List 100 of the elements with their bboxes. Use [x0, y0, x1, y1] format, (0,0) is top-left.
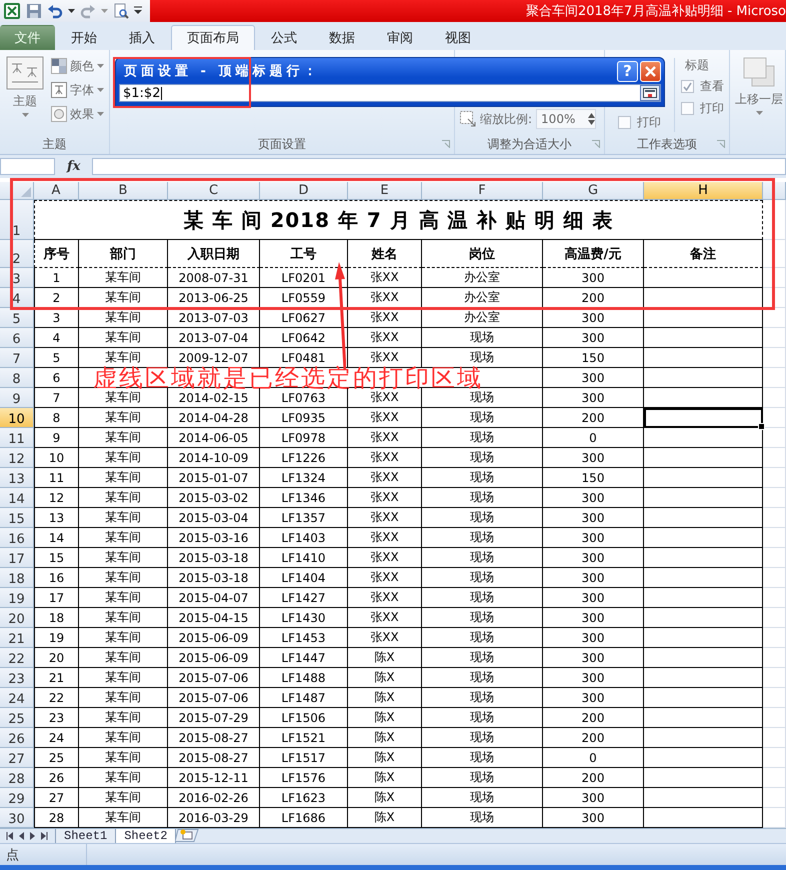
row-header[interactable]: 11 [0, 428, 34, 448]
row-header[interactable]: 8 [0, 368, 34, 388]
row-header[interactable]: 22 [0, 648, 34, 668]
empty-cell [763, 588, 786, 608]
scale-spinner[interactable]: 100% [536, 109, 596, 129]
window-title: 聚合车间2018年7月高温补贴明细 - Microso [526, 3, 786, 20]
previous-sheet-icon[interactable] [19, 832, 24, 840]
app-icon[interactable] [3, 2, 21, 20]
column-header[interactable]: B [79, 182, 168, 200]
formula-field[interactable] [92, 158, 786, 174]
annotation-text: 虚线区域就是已经选定的打印区域 [79, 368, 543, 388]
table-cell: 2014-10-09 [168, 448, 260, 468]
table-cell: 某车间 [79, 588, 168, 608]
column-header[interactable]: E [348, 182, 422, 200]
row-header[interactable]: 24 [0, 688, 34, 708]
theme-option-button[interactable]: 颜色 [51, 56, 104, 76]
insert-function-button[interactable]: fx [61, 158, 86, 174]
table-cell: 现场 [422, 788, 543, 808]
table-cell: 现场 [422, 588, 543, 608]
row-header[interactable]: 7 [0, 348, 34, 368]
active-cell[interactable] [644, 408, 763, 428]
checkbox[interactable] [681, 102, 694, 114]
table-cell: 某车间 [79, 708, 168, 728]
row-header[interactable]: 5 [0, 308, 34, 328]
column-header[interactable]: D [260, 182, 348, 200]
row-header[interactable]: 26 [0, 728, 34, 748]
table-cell: 16 [34, 568, 79, 588]
row-header[interactable]: 3 [0, 268, 34, 288]
table-cell: 2015-01-07 [168, 468, 260, 488]
first-sheet-icon[interactable] [6, 832, 13, 840]
table-cell: 办公室 [422, 288, 543, 308]
close-button[interactable] [640, 60, 661, 82]
column-header[interactable]: F [422, 182, 543, 200]
row-header[interactable]: 28 [0, 768, 34, 788]
table-cell: 张XX [348, 548, 422, 568]
new-sheet-icon[interactable] [175, 829, 200, 842]
empty-cell [763, 428, 786, 448]
table-cell: 300 [543, 328, 644, 348]
table-cell: LF1488 [260, 668, 348, 688]
checkbox[interactable] [618, 116, 631, 128]
row-header[interactable]: 6 [0, 328, 34, 348]
table-cell: 某车间 [79, 608, 168, 628]
ribbon-tab[interactable]: 插入 [113, 25, 171, 50]
row-header[interactable]: 18 [0, 568, 34, 588]
table-cell: 17 [34, 588, 79, 608]
row-header[interactable]: 27 [0, 748, 34, 768]
theme-option-button[interactable]: 字体 [51, 80, 104, 100]
ribbon-tab[interactable]: 审阅 [371, 25, 429, 50]
customize-menu-icon[interactable] [134, 6, 142, 16]
redo-icon[interactable] [80, 3, 96, 19]
sheet-tab[interactable]: Sheet1 [55, 829, 116, 844]
checkbox[interactable] [681, 80, 694, 92]
row-header[interactable]: 15 [0, 508, 34, 528]
ribbon-tab[interactable]: 开始 [55, 25, 113, 50]
row-header[interactable]: 10 [0, 408, 34, 428]
table-cell: 2 [34, 288, 79, 308]
column-header[interactable]: C [168, 182, 260, 200]
ribbon-tab[interactable]: 数据 [313, 25, 371, 50]
table-cell: 23 [34, 708, 79, 728]
column-header[interactable]: G [543, 182, 644, 200]
row-header[interactable]: 19 [0, 588, 34, 608]
table-cell: LF0763 [260, 388, 348, 408]
row-header[interactable]: 17 [0, 548, 34, 568]
table-cell: 2008-07-31 [168, 268, 260, 288]
table-cell: 张XX [348, 568, 422, 588]
sheet-tab[interactable]: Sheet2 [115, 829, 176, 844]
table-cell: 现场 [422, 608, 543, 628]
undo-icon[interactable] [47, 3, 63, 19]
row-header[interactable]: 25 [0, 708, 34, 728]
column-header[interactable]: H [644, 182, 763, 200]
themes-button[interactable]: 主题 [5, 56, 45, 134]
row-header[interactable]: 16 [0, 528, 34, 548]
last-sheet-icon[interactable] [41, 832, 48, 840]
row-header[interactable]: 20 [0, 608, 34, 628]
row-header[interactable]: 2 [0, 240, 34, 268]
row-header[interactable]: 13 [0, 468, 34, 488]
row-header[interactable]: 1 [0, 200, 34, 240]
bring-forward-button[interactable]: 上移一层 [735, 56, 783, 154]
table-cell: 2015-03-18 [168, 568, 260, 588]
ribbon-tab[interactable]: 公式 [255, 25, 313, 50]
row-header[interactable]: 14 [0, 488, 34, 508]
save-icon[interactable] [26, 3, 42, 19]
table-cell: LF1357 [260, 508, 348, 528]
row-header[interactable]: 9 [0, 388, 34, 408]
ribbon-tab[interactable]: 视图 [429, 25, 487, 50]
table-cell: 现场 [422, 568, 543, 588]
row-header[interactable]: 30 [0, 808, 34, 828]
ribbon-tab[interactable]: 页面布局 [171, 25, 255, 50]
row-header[interactable]: 21 [0, 628, 34, 648]
help-button[interactable]: ? [617, 60, 638, 82]
table-cell: 21 [34, 668, 79, 688]
row-header[interactable]: 23 [0, 668, 34, 688]
row-header[interactable]: 12 [0, 448, 34, 468]
table-cell: LF1521 [260, 728, 348, 748]
table-cell: 现场 [422, 508, 543, 528]
column-header[interactable]: A [34, 182, 79, 200]
next-sheet-icon[interactable] [30, 832, 35, 840]
row-header[interactable]: 29 [0, 788, 34, 808]
print-preview-icon[interactable] [113, 3, 129, 19]
theme-option-button[interactable]: 效果 [51, 104, 104, 124]
